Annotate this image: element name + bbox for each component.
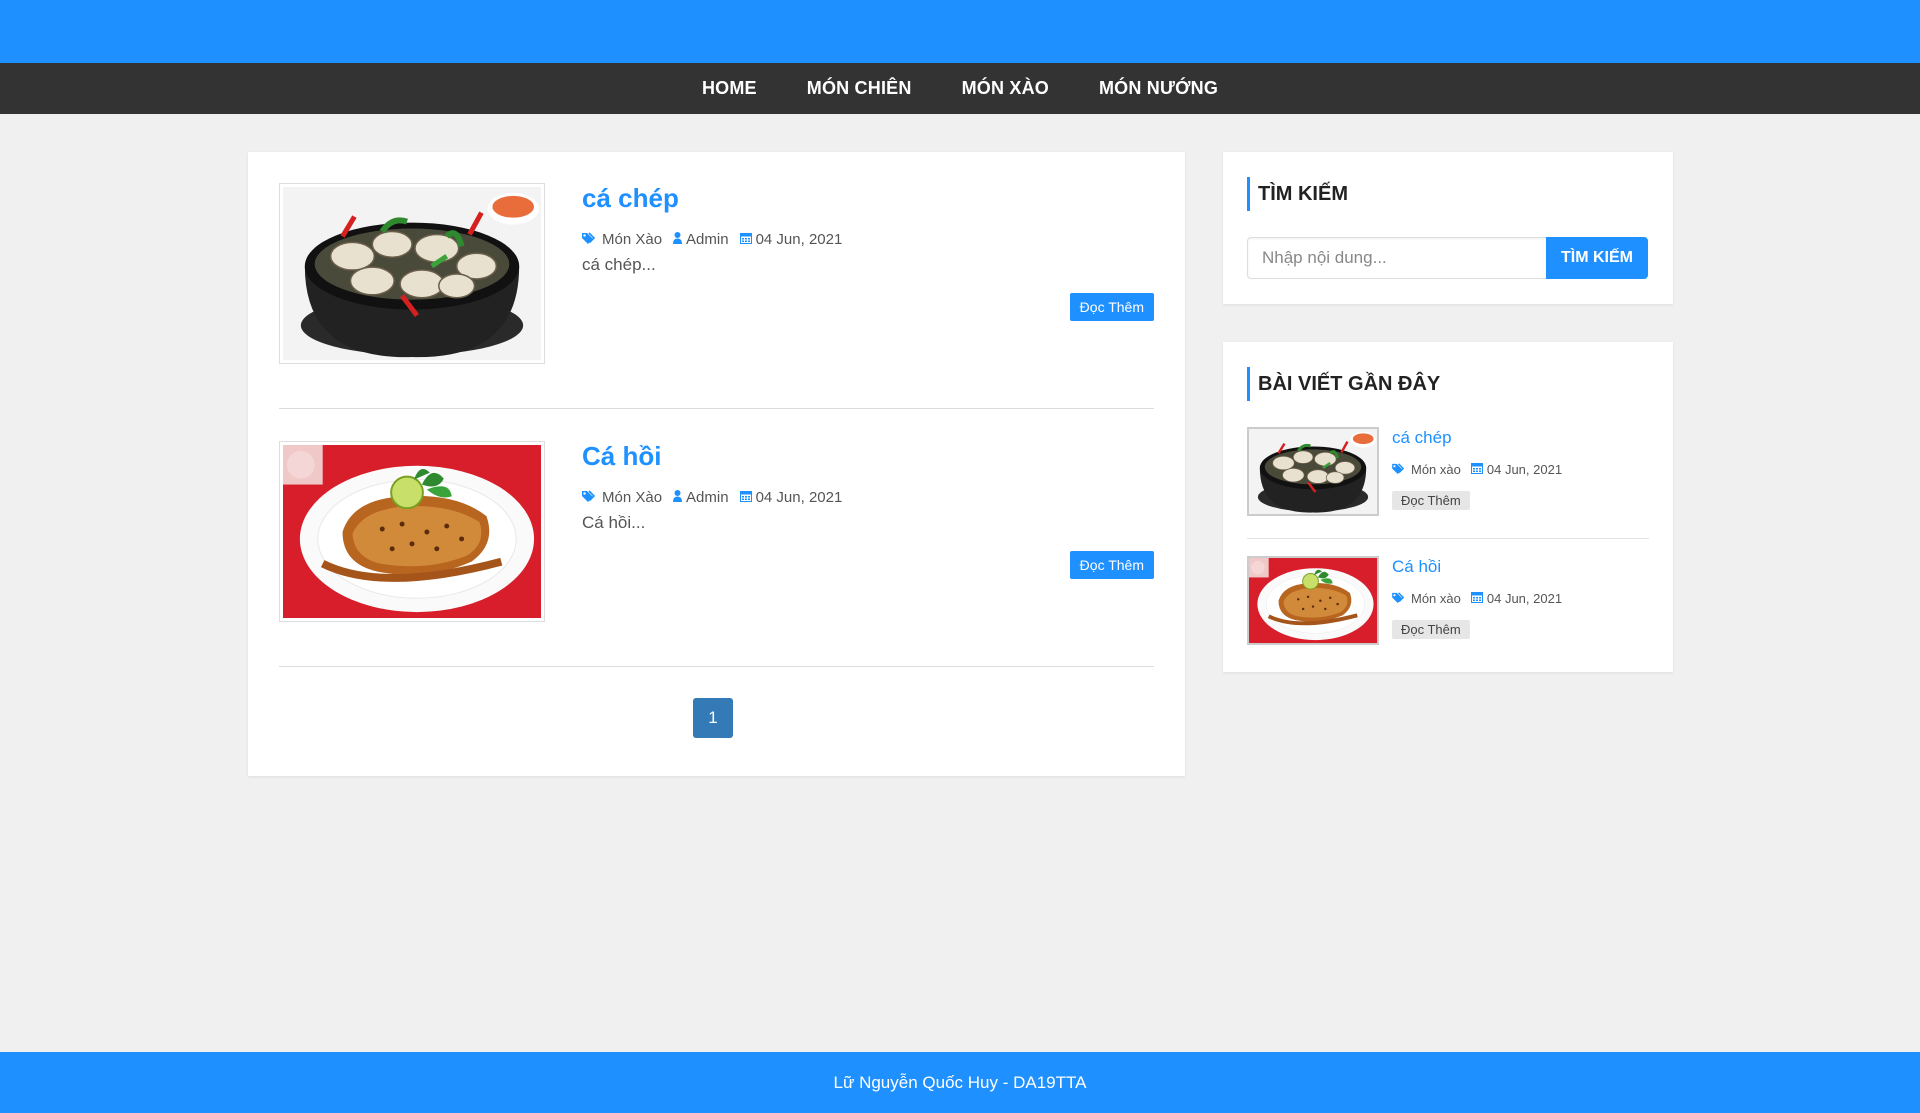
recent-posts-title: BÀI VIẾT GẦN ĐÂY [1247, 367, 1440, 401]
tags-icon [1392, 591, 1407, 606]
post-date: 04 Jun, 2021 [739, 231, 843, 248]
post-date-label: 04 Jun, 2021 [755, 489, 843, 506]
post-category-label: Món Xào [602, 231, 663, 248]
recent-post-category-label: Món xào [1411, 591, 1461, 606]
post-thumbnail[interactable] [279, 441, 545, 622]
recent-post-item: Cá hồi Món xào 04 Jun, 2021 Đọc Thêm [1247, 556, 1649, 668]
search-input[interactable] [1247, 237, 1546, 279]
user-icon [673, 489, 683, 506]
post-card: cá chép Món Xào Admin 04 Jun, 2021 cá ch… [279, 183, 1154, 409]
top-header-bar [0, 0, 1920, 63]
recent-read-more-button[interactable]: Đọc Thêm [1392, 491, 1470, 510]
post-author: Admin [673, 231, 729, 248]
post-list: cá chép Món Xào Admin 04 Jun, 2021 cá ch… [248, 152, 1185, 776]
tags-icon [582, 231, 598, 248]
post-category-label: Món Xào [602, 489, 663, 506]
main-nav: HOME MÓN CHIÊN MÓN XÀO MÓN NƯỚNG [0, 63, 1920, 114]
post-excerpt: cá chép... [582, 255, 656, 274]
calendar-icon [739, 231, 752, 248]
user-icon [673, 231, 683, 248]
search-widget-title: TÌM KIẾM [1247, 177, 1348, 211]
recent-post-item: cá chép Món xào 04 Jun, 2021 Đọc Thêm [1247, 427, 1649, 539]
clam-pot-dish-icon [1249, 429, 1377, 514]
post-author-label: Admin [686, 489, 729, 506]
salmon-plate-dish-icon [1249, 558, 1377, 643]
recent-post-category-label: Món xào [1411, 462, 1461, 477]
recent-post-title[interactable]: Cá hồi [1392, 557, 1441, 577]
post-thumbnail[interactable] [279, 183, 545, 364]
read-more-button[interactable]: Đọc Thêm [1069, 551, 1154, 579]
recent-post-date: 04 Jun, 2021 [1470, 591, 1563, 606]
pagination-page-1[interactable]: 1 [693, 698, 733, 738]
post-author-label: Admin [686, 231, 729, 248]
calendar-icon [739, 489, 752, 506]
recent-read-more-button[interactable]: Đọc Thêm [1392, 620, 1470, 639]
post-meta: Món Xào Admin 04 Jun, 2021 [582, 231, 853, 248]
read-more-button[interactable]: Đọc Thêm [1069, 293, 1154, 321]
calendar-icon [1470, 591, 1483, 606]
nav-item-mon-xao[interactable]: MÓN XÀO [962, 78, 1049, 99]
recent-post-meta: Món xào 04 Jun, 2021 [1392, 591, 1572, 606]
search-widget: TÌM KIẾM TÌM KIẾM [1223, 152, 1673, 304]
recent-post-thumbnail[interactable] [1247, 427, 1379, 516]
post-date: 04 Jun, 2021 [739, 489, 843, 506]
post-title[interactable]: Cá hồi [582, 441, 661, 472]
nav-item-mon-chien[interactable]: MÓN CHIÊN [807, 78, 912, 99]
post-title[interactable]: cá chép [582, 183, 679, 214]
salmon-plate-dish-icon [283, 445, 541, 618]
calendar-icon [1470, 462, 1483, 477]
nav-item-home[interactable]: HOME [702, 78, 757, 99]
post-meta: Món Xào Admin 04 Jun, 2021 [582, 489, 853, 506]
recent-post-meta: Món xào 04 Jun, 2021 [1392, 462, 1572, 477]
post-card: Cá hồi Món Xào Admin 04 Jun, 2021 Cá hồi… [279, 441, 1154, 667]
post-excerpt: Cá hồi... [582, 513, 646, 532]
tags-icon [1392, 462, 1407, 477]
nav-item-mon-nuong[interactable]: MÓN NƯỚNG [1099, 78, 1218, 99]
recent-posts-widget: BÀI VIẾT GẦN ĐÂY cá chép Món xào 04 Jun,… [1223, 342, 1673, 672]
recent-post-thumbnail[interactable] [1247, 556, 1379, 645]
footer: Lữ Nguyễn Quốc Huy - DA19TTA [0, 1052, 1920, 1113]
post-date-label: 04 Jun, 2021 [755, 231, 843, 248]
recent-post-title[interactable]: cá chép [1392, 428, 1452, 448]
search-button[interactable]: TÌM KIẾM [1546, 237, 1648, 279]
tags-icon [582, 489, 598, 506]
recent-post-date-label: 04 Jun, 2021 [1486, 462, 1563, 477]
footer-text: Lữ Nguyễn Quốc Huy - DA19TTA [833, 1072, 1087, 1092]
recent-post-category[interactable]: Món xào [1392, 462, 1461, 477]
recent-post-date-label: 04 Jun, 2021 [1486, 591, 1563, 606]
post-category[interactable]: Món Xào [582, 231, 662, 248]
recent-post-category[interactable]: Món xào [1392, 591, 1461, 606]
recent-post-date: 04 Jun, 2021 [1470, 462, 1563, 477]
post-category[interactable]: Món Xào [582, 489, 662, 506]
post-author: Admin [673, 489, 729, 506]
clam-pot-dish-icon [283, 187, 541, 360]
